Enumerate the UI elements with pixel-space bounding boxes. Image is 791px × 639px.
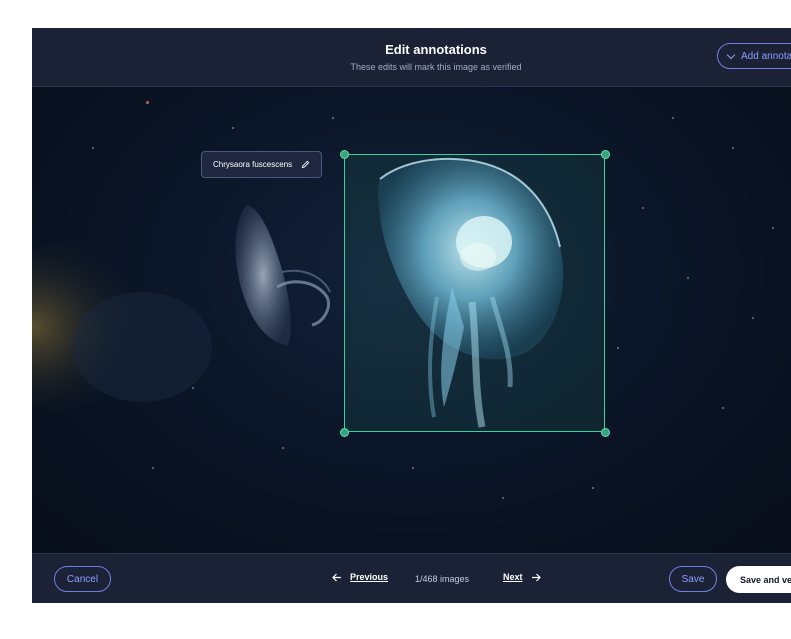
- add-annotation-button[interactable]: Add annota: [717, 43, 791, 69]
- image-canvas[interactable]: Chrysaora fuscescens: [32, 87, 791, 553]
- arrow-right-icon: [531, 573, 541, 581]
- page-subtitle: These edits will mark this image as veri…: [350, 62, 522, 72]
- cancel-label: Cancel: [66, 573, 99, 585]
- cancel-button[interactable]: Cancel: [54, 566, 111, 592]
- annotation-label-text: Chrysaora fuscescens: [213, 160, 293, 169]
- save-button[interactable]: Save: [669, 566, 717, 592]
- save-and-verify-label: Save and ve: [740, 574, 791, 585]
- bounding-box[interactable]: [344, 154, 605, 432]
- annotation-editor: Edit annotations These edits will mark t…: [32, 28, 791, 603]
- previous-label: Previous: [350, 572, 389, 582]
- image-counter: 1/468 images: [415, 574, 470, 584]
- save-label: Save: [681, 573, 705, 585]
- add-annotation-label: Add annota: [741, 50, 791, 62]
- bbox-handle-top-right[interactable]: [601, 150, 610, 159]
- next-label: Next: [503, 572, 523, 582]
- pencil-icon[interactable]: [301, 160, 310, 169]
- bbox-handle-top-left[interactable]: [340, 150, 349, 159]
- next-button[interactable]: Next: [503, 572, 541, 582]
- page-title: Edit annotations: [385, 42, 487, 57]
- footer-bar: Cancel Previous 1/468 images Next Save S…: [32, 553, 791, 603]
- annotation-label-chip[interactable]: Chrysaora fuscescens: [201, 151, 322, 178]
- bbox-handle-bottom-left[interactable]: [340, 428, 349, 437]
- chevron-down-icon: [726, 50, 736, 59]
- save-and-verify-button[interactable]: Save and ve: [726, 566, 791, 593]
- bbox-handle-bottom-right[interactable]: [601, 428, 610, 437]
- header-bar: Edit annotations These edits will mark t…: [32, 28, 791, 87]
- previous-button[interactable]: Previous: [332, 572, 388, 582]
- arrow-left-icon: [332, 573, 341, 581]
